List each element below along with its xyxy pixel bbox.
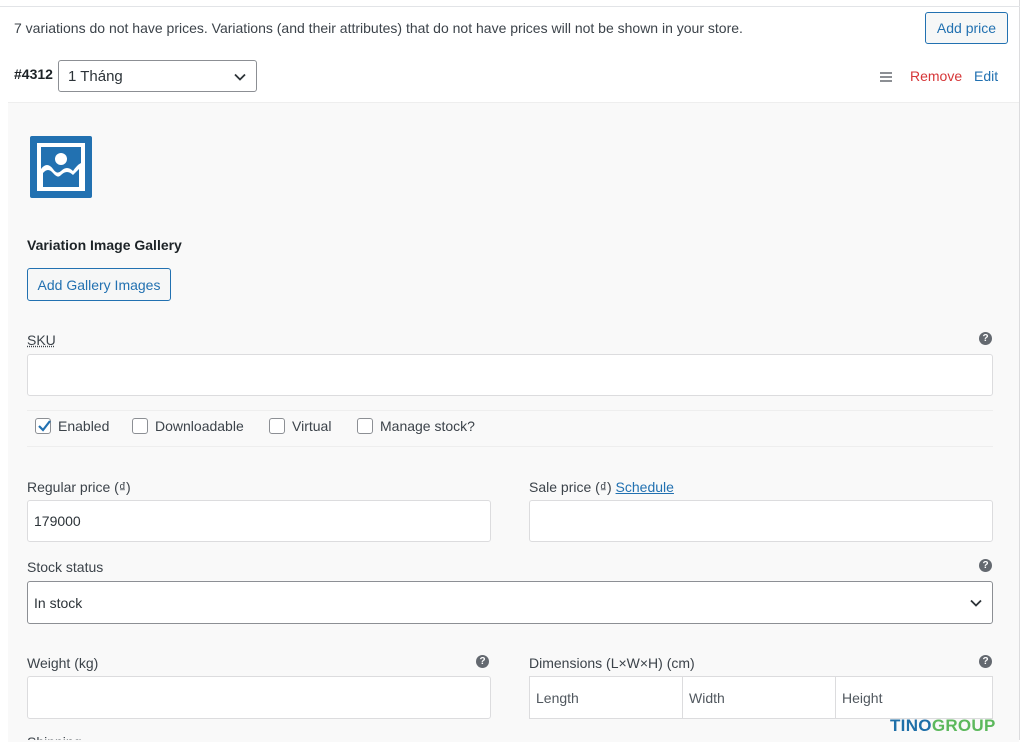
weight-label: Weight (kg)	[27, 655, 99, 671]
sale-price-label: Sale price (₫)	[529, 479, 612, 495]
length-input[interactable]: Length	[529, 676, 683, 719]
schedule-link[interactable]: Schedule	[616, 479, 674, 495]
dimensions-help-icon[interactable]: ?	[979, 655, 992, 668]
dimensions-label: Dimensions (L×W×H) (cm)	[529, 655, 695, 671]
variation-editor: 7 variations do not have prices. Variati…	[0, 0, 1020, 742]
sku-input[interactable]	[27, 354, 993, 396]
watermark-logo: TINOGROUP	[890, 716, 996, 736]
manage-stock-label: Manage stock?	[380, 418, 475, 434]
sale-price-label-row: Sale price (₫) Schedule	[529, 479, 674, 495]
shipping-class-label: Shipping class	[27, 734, 107, 740]
stock-status-label: Stock status	[27, 559, 104, 575]
watermark-part2: GROUP	[931, 716, 996, 735]
add-price-button[interactable]: Add price	[925, 12, 1008, 44]
variation-id: #4312	[14, 66, 53, 82]
watermark-part1: TINO	[890, 716, 932, 735]
manage-stock-checkbox[interactable]	[357, 418, 373, 434]
add-gallery-images-button[interactable]: Add Gallery Images	[27, 268, 171, 301]
regular-price-input[interactable]: 179000	[27, 500, 491, 542]
downloadable-option[interactable]: Downloadable	[132, 418, 244, 434]
remove-variation-link[interactable]: Remove	[910, 68, 962, 84]
virtual-checkbox[interactable]	[269, 418, 285, 434]
edit-variation-link[interactable]: Edit	[974, 68, 998, 84]
virtual-option[interactable]: Virtual	[269, 418, 331, 434]
stock-status-help-icon[interactable]: ?	[979, 559, 992, 572]
drag-handle-icon[interactable]	[880, 72, 892, 84]
downloadable-label: Downloadable	[155, 418, 244, 434]
weight-input[interactable]	[27, 676, 491, 719]
enabled-option[interactable]: Enabled	[35, 418, 109, 434]
variation-attribute-value: 1 Tháng	[68, 67, 123, 85]
stock-status-select[interactable]: In stock	[27, 581, 993, 624]
height-input[interactable]: Height	[835, 676, 993, 719]
sale-price-input[interactable]	[529, 500, 993, 542]
weight-help-icon[interactable]: ?	[476, 655, 489, 668]
sku-label: SKU	[27, 332, 56, 348]
checkmark-icon	[38, 420, 51, 432]
sku-help-icon[interactable]: ?	[979, 332, 992, 345]
chevron-down-icon	[234, 73, 246, 81]
virtual-label: Virtual	[292, 418, 332, 434]
manage-stock-option[interactable]: Manage stock?	[357, 418, 475, 434]
variation-attribute-select[interactable]: 1 Tháng	[58, 60, 257, 92]
regular-price-label: Regular price (₫)	[27, 479, 131, 495]
variation-gallery-title: Variation Image Gallery	[27, 237, 182, 253]
stock-status-value: In stock	[34, 594, 83, 611]
missing-prices-notice: 7 variations do not have prices. Variati…	[14, 20, 743, 36]
enabled-checkbox[interactable]	[35, 418, 51, 434]
enabled-label: Enabled	[58, 418, 110, 434]
top-divider	[0, 6, 1020, 7]
downloadable-checkbox[interactable]	[132, 418, 148, 434]
chevron-down-icon	[970, 599, 982, 607]
image-placeholder-icon[interactable]	[29, 135, 93, 199]
width-input[interactable]: Width	[682, 676, 836, 719]
